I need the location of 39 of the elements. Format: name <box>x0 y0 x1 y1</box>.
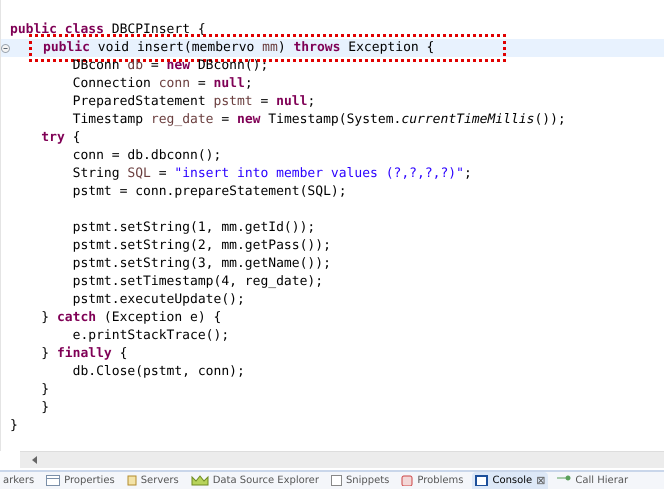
problem-icon <box>401 475 414 486</box>
code-line: String SQL = "insert into member values (?,?,?,?)"; <box>72 165 472 183</box>
code-line: DBconn db = new DBconn(); <box>72 57 268 75</box>
code-line: } finally { <box>40 345 128 363</box>
view-tab[interactable]: Snippets <box>328 472 392 489</box>
code-line: Connection conn = null; <box>72 75 253 93</box>
code-line: } <box>40 381 50 399</box>
code-line: } catch (Exception e) { <box>40 309 222 327</box>
server-icon <box>126 475 137 486</box>
view-tab[interactable]: arkers <box>0 472 38 489</box>
code-line: conn = db.dbconn(); <box>72 147 222 165</box>
horizontal-scrollbar[interactable] <box>20 451 664 468</box>
code-line: } <box>40 399 50 417</box>
table-icon <box>46 475 60 486</box>
code-line: db.Close(pstmt, conn); <box>72 363 245 381</box>
close-icon[interactable]: ⊠ <box>536 474 546 487</box>
console-icon <box>475 475 488 486</box>
view-tab[interactable]: Servers <box>124 472 182 489</box>
code-line: e.printStackTrace(); <box>72 327 230 345</box>
code-line: try { <box>40 129 80 147</box>
view-tab[interactable]: Call Hierar <box>554 472 632 489</box>
code-line: public void insert(membervo mm) throws Exception { <box>31 36 504 60</box>
code-line: pstmt.executeUpdate(); <box>72 291 245 309</box>
code-line: } <box>10 417 18 435</box>
code-line: Timestamp reg_date = new Timestamp(System.currentTimeMillis()); <box>72 111 566 129</box>
view-tab[interactable]: Properties <box>43 472 118 489</box>
code-line: pstmt = conn.prepareStatement(SQL); <box>72 183 347 201</box>
view-tab[interactable]: Data Source Explorer <box>188 472 322 489</box>
view-tab[interactable]: Console ⊠ <box>472 472 548 489</box>
code-line: pstmt.setString(3, mm.getName()); <box>72 255 331 273</box>
scroll-left-icon[interactable] <box>32 456 38 464</box>
code-line: pstmt.setTimestamp(4, reg_date); <box>72 273 324 291</box>
code-line: pstmt.setString(2, mm.getPass()); <box>72 237 331 255</box>
view-tab[interactable]: Problems <box>398 472 466 489</box>
snippet-icon <box>330 475 342 486</box>
code-line: pstmt.setString(1, mm.getId()); <box>72 219 316 237</box>
database-icon <box>190 475 209 486</box>
collapse-icon[interactable] <box>1 44 10 52</box>
code-line: PreparedStatement pstmt = null; <box>72 93 316 111</box>
